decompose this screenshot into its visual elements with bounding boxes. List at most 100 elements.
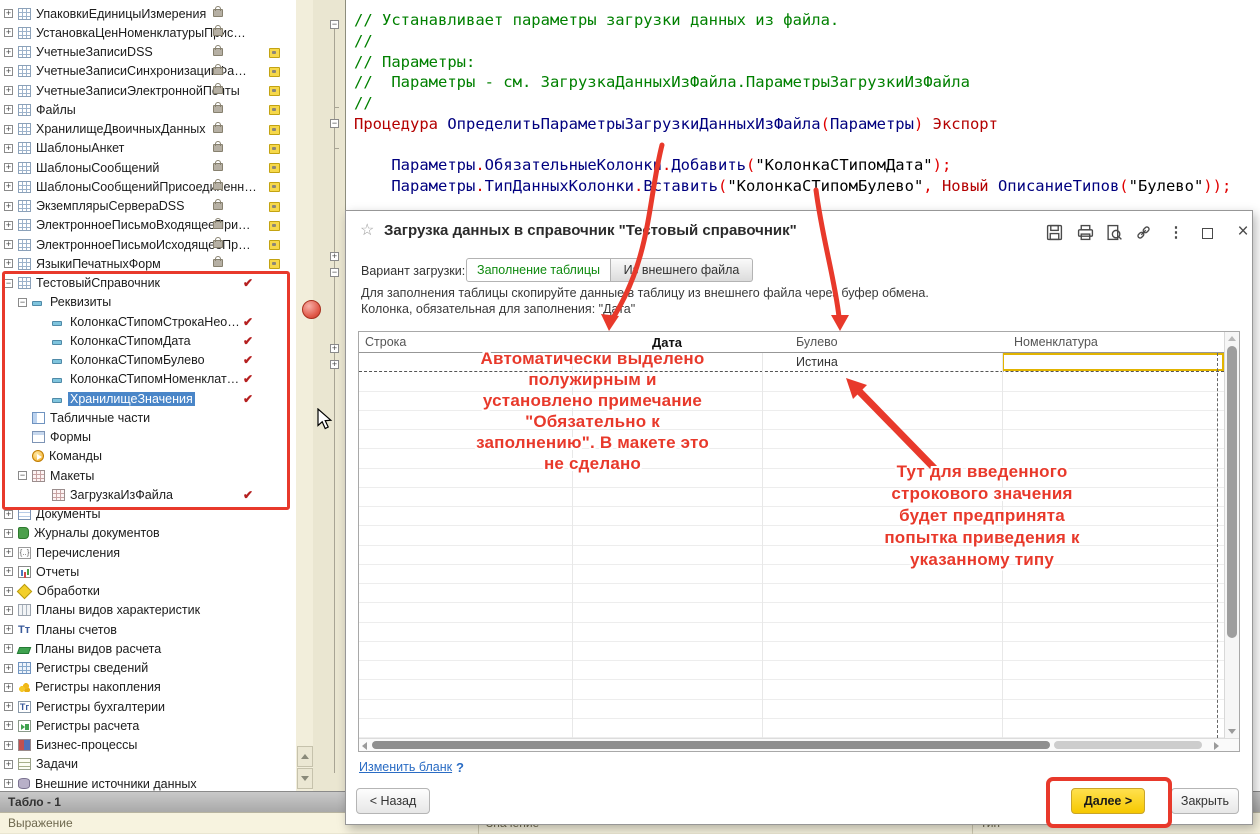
- expand-icon[interactable]: +: [4, 529, 13, 538]
- tree-item-УстановкаЦенНоменклатурыПрис…[interactable]: +УстановкаЦенНоменклатурыПрис…: [0, 23, 296, 42]
- code-line[interactable]: // Параметры - см. ЗагрузкаДанныхИзФайла…: [354, 73, 1260, 94]
- scroll-track[interactable]: [1054, 741, 1202, 749]
- expand-icon[interactable]: +: [4, 625, 13, 634]
- tree-item-Задачи[interactable]: +Задачи: [0, 755, 296, 774]
- expand-icon[interactable]: +: [4, 779, 13, 788]
- table-row[interactable]: [359, 680, 1224, 699]
- expand-icon[interactable]: +: [4, 760, 13, 769]
- tree-item-Регистры расчета[interactable]: +Регистры расчета: [0, 716, 296, 735]
- expand-icon[interactable]: +: [4, 182, 13, 191]
- tree-item-Обработки[interactable]: +Обработки: [0, 582, 296, 601]
- tree-scrollbar[interactable]: [296, 0, 314, 791]
- code-line[interactable]: Параметры.ТипДанныхКолонки.Вставить("Кол…: [354, 177, 1260, 198]
- tree-item-ЭкземплярыСервераDSS[interactable]: +ЭкземплярыСервераDSS: [0, 197, 296, 216]
- scroll-down-button[interactable]: [297, 768, 313, 789]
- tree-item-Перечисления[interactable]: +Перечисления: [0, 543, 296, 562]
- tree-item-УчетныеЗаписиЭлектроннойПочты[interactable]: +УчетныеЗаписиЭлектроннойПочты: [0, 81, 296, 100]
- scroll-up-button[interactable]: [297, 746, 313, 767]
- expand-icon[interactable]: +: [4, 548, 13, 557]
- tree-item-Бизнес-процессы[interactable]: +Бизнес-процессы: [0, 736, 296, 755]
- tree-item-ШаблоныСообщений[interactable]: +ШаблоныСообщений: [0, 158, 296, 177]
- code-line[interactable]: // Устанавливает параметры загрузки данн…: [354, 11, 1260, 32]
- code-line[interactable]: //: [354, 94, 1260, 115]
- tree-item-Файлы[interactable]: +Файлы: [0, 100, 296, 119]
- maximize-icon[interactable]: [1202, 228, 1213, 239]
- active-cell[interactable]: [1002, 353, 1224, 371]
- back-button[interactable]: < Назад: [356, 788, 430, 814]
- tree-item-ХранилищеДвоичныхДанных[interactable]: +ХранилищеДвоичныхДанных: [0, 120, 296, 139]
- scroll-thumb[interactable]: [1227, 346, 1237, 638]
- expand-icon[interactable]: +: [4, 9, 13, 18]
- edit-form-link[interactable]: Изменить бланк: [359, 760, 452, 774]
- tree-item-УчетныеЗаписиСинхронизацииФа…[interactable]: +УчетныеЗаписиСинхронизацииФа…: [0, 62, 296, 81]
- expand-icon[interactable]: +: [4, 86, 13, 95]
- tree-item-Регистры бухгалтерии[interactable]: +Регистры бухгалтерии: [0, 697, 296, 716]
- code-line[interactable]: [354, 136, 1260, 157]
- tree-item-УпаковкиЕдиницыИзмерения[interactable]: +УпаковкиЕдиницыИзмерения: [0, 4, 296, 23]
- code-line[interactable]: //: [354, 32, 1260, 53]
- tree-item-ШаблоныСообщенийПрисоединенн…[interactable]: +ШаблоныСообщенийПрисоединенн…: [0, 177, 296, 196]
- expand-icon[interactable]: +: [4, 240, 13, 249]
- tree-item-Планы видов расчета[interactable]: +Планы видов расчета: [0, 639, 296, 658]
- expand-icon[interactable]: +: [4, 48, 13, 57]
- code-line[interactable]: Процедура ОпределитьПараметрыЗагрузкиДан…: [354, 115, 1260, 136]
- table-cell[interactable]: Истина: [762, 353, 1002, 371]
- expand-icon[interactable]: +: [4, 721, 13, 730]
- fold-expand-icon[interactable]: +: [330, 252, 339, 261]
- fold-expand-icon[interactable]: +: [330, 344, 339, 353]
- table-row[interactable]: [359, 584, 1224, 603]
- breakpoint-marker[interactable]: [302, 300, 321, 319]
- expand-icon[interactable]: +: [4, 259, 13, 268]
- tab-external-file[interactable]: Из внешнего файла: [611, 258, 753, 282]
- tree-item-ЭлектронноеПисьмоИсходящееПр…[interactable]: +ЭлектронноеПисьмоИсходящееПр…: [0, 235, 296, 254]
- column-header-Номенклатура[interactable]: Номенклатура: [1002, 332, 1224, 352]
- scroll-thumb[interactable]: [372, 741, 1050, 749]
- tree-item-ШаблоныАнкет[interactable]: +ШаблоныАнкет: [0, 139, 296, 158]
- save-icon[interactable]: [1046, 224, 1064, 242]
- favorite-star-icon[interactable]: ☆: [360, 220, 374, 240]
- tab-fill-table[interactable]: Заполнение таблицы: [466, 258, 611, 282]
- more-icon[interactable]: ⋮: [1167, 224, 1185, 242]
- table-row[interactable]: [359, 603, 1224, 622]
- print-icon[interactable]: [1077, 224, 1095, 242]
- code-line[interactable]: // Параметры:: [354, 53, 1260, 74]
- expand-icon[interactable]: +: [4, 125, 13, 134]
- close-button[interactable]: Закрыть: [1171, 788, 1239, 814]
- expand-icon[interactable]: +: [4, 683, 13, 692]
- expand-icon[interactable]: +: [4, 510, 13, 519]
- fold-expand-icon[interactable]: +: [330, 360, 339, 369]
- preview-icon[interactable]: [1106, 224, 1124, 242]
- expand-icon[interactable]: +: [4, 664, 13, 673]
- tree-item-Журналы документов[interactable]: +Журналы документов: [0, 524, 296, 543]
- expand-icon[interactable]: +: [4, 587, 13, 596]
- tree-item-Регистры сведений[interactable]: +Регистры сведений: [0, 659, 296, 678]
- tree-item-Отчеты[interactable]: +Отчеты: [0, 562, 296, 581]
- table-row[interactable]: [359, 700, 1224, 719]
- table-row[interactable]: [359, 661, 1224, 680]
- tree-item-Планы счетов[interactable]: +Планы счетов: [0, 620, 296, 639]
- column-header-Булево[interactable]: Булево: [762, 332, 1002, 352]
- horizontal-scrollbar[interactable]: [359, 738, 1239, 751]
- vertical-scrollbar[interactable]: [1224, 332, 1239, 738]
- fold-collapse-icon[interactable]: −: [330, 20, 339, 29]
- expand-icon[interactable]: +: [4, 105, 13, 114]
- fold-collapse-icon[interactable]: −: [330, 268, 339, 277]
- table-row[interactable]: [359, 642, 1224, 661]
- expand-icon[interactable]: +: [4, 702, 13, 711]
- table-row[interactable]: [359, 623, 1224, 642]
- expand-icon[interactable]: +: [4, 741, 13, 750]
- expand-icon[interactable]: +: [4, 644, 13, 653]
- expand-icon[interactable]: +: [4, 163, 13, 172]
- link-icon[interactable]: [1135, 224, 1153, 242]
- tree-item-Планы видов характеристик[interactable]: +Планы видов характеристик: [0, 601, 296, 620]
- tree-item-Регистры накопления[interactable]: +Регистры накопления: [0, 678, 296, 697]
- close-icon[interactable]: ×: [1234, 224, 1252, 242]
- expand-icon[interactable]: +: [4, 28, 13, 37]
- fold-collapse-icon[interactable]: −: [330, 119, 339, 128]
- expand-icon[interactable]: +: [4, 202, 13, 211]
- tree-item-ЭлектронноеПисьмоВходящееПри…[interactable]: +ЭлектронноеПисьмоВходящееПри…: [0, 216, 296, 235]
- expand-icon[interactable]: +: [4, 567, 13, 576]
- expand-icon[interactable]: +: [4, 606, 13, 615]
- table-row[interactable]: [359, 719, 1224, 738]
- help-link[interactable]: ?: [456, 760, 464, 775]
